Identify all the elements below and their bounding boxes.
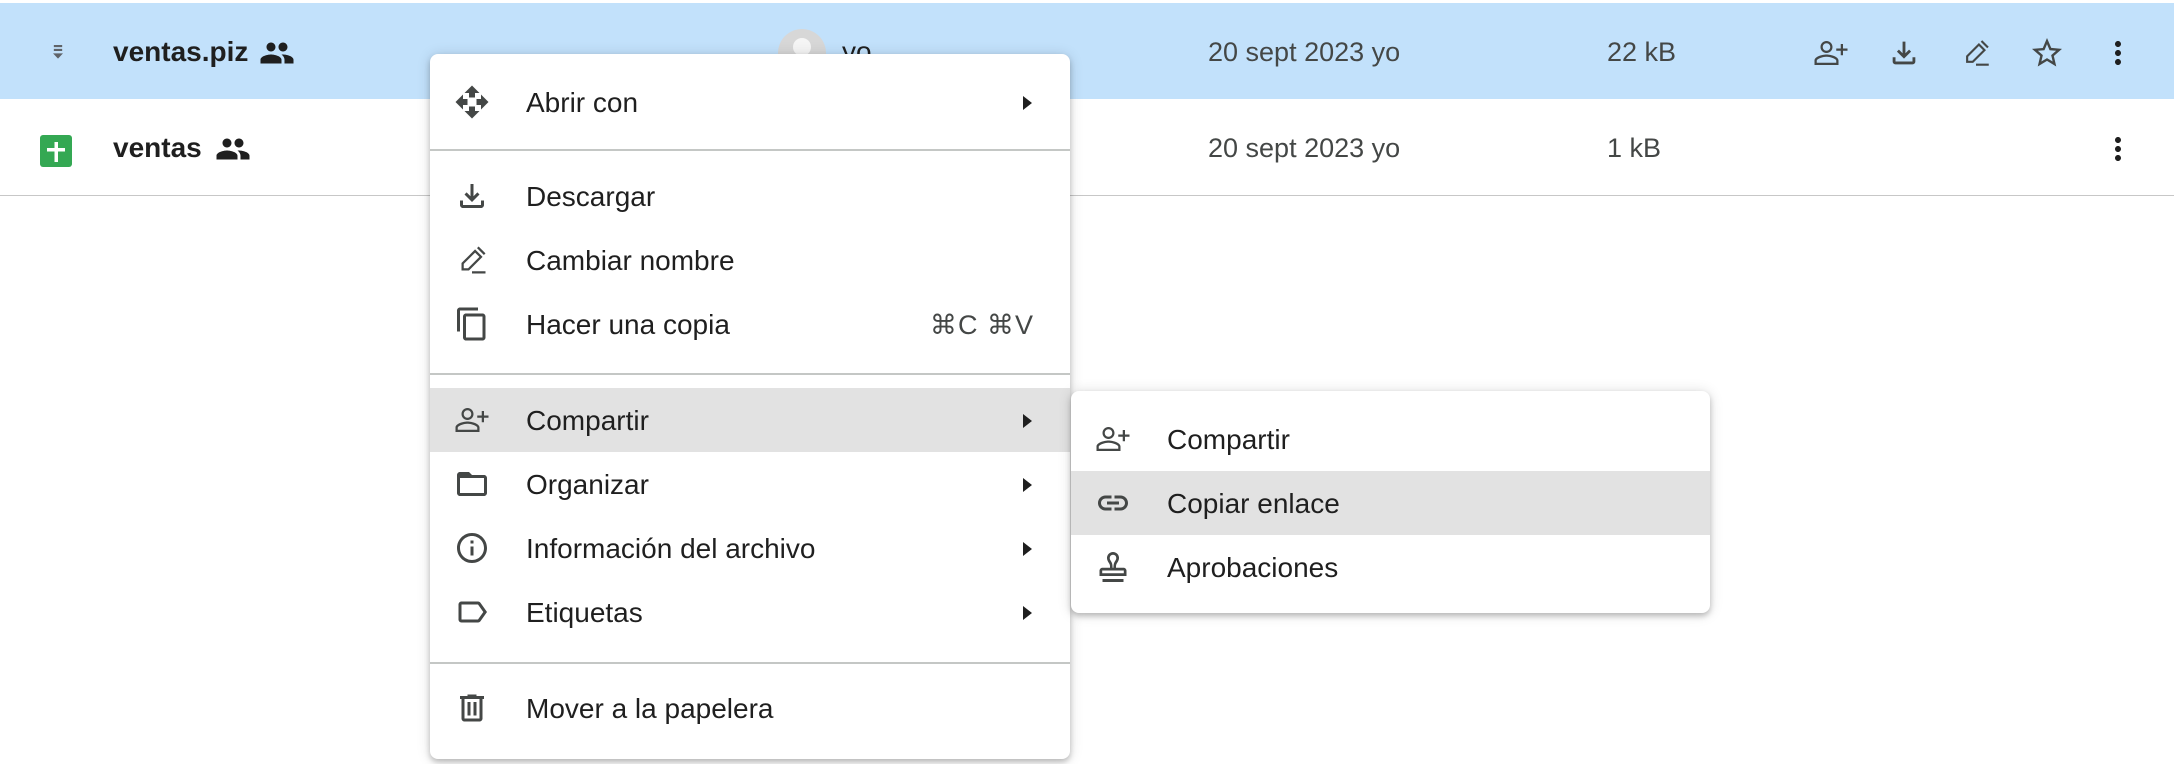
- menu-item-label: Mover a la papelera: [526, 693, 774, 724]
- modified-by: yo: [1371, 133, 1401, 163]
- share-button[interactable]: [1811, 33, 1851, 73]
- submenu-item-approvals[interactable]: Aprobaciones: [1071, 535, 1710, 599]
- submenu-item-copy-link[interactable]: Copiar enlace: [1071, 471, 1710, 535]
- file-size: 22 kB: [1607, 37, 1677, 67]
- file-row-ventas[interactable]: ventas 20 sept 2023 yo 1 kB: [0, 99, 2174, 196]
- more-actions-button[interactable]: [2098, 129, 2138, 169]
- copy-icon: [454, 306, 490, 342]
- star-button[interactable]: [2027, 33, 2067, 73]
- person-add-icon: [1095, 421, 1131, 457]
- menu-item-label: Hacer una copia: [526, 309, 730, 340]
- modified-cell: 20 sept 2023 yo: [1208, 133, 1400, 164]
- menu-item-organize[interactable]: Organizar: [430, 452, 1070, 516]
- menu-item-label: Aprobaciones: [1167, 552, 1339, 583]
- submenu-arrow-icon: [1020, 412, 1034, 430]
- more-vert-icon: [2115, 137, 2121, 161]
- submenu-arrow-icon: [1020, 94, 1034, 112]
- shared-people-icon: [215, 131, 251, 167]
- menu-item-rename[interactable]: Cambiar nombre: [430, 228, 1070, 292]
- modified-by: yo: [1371, 37, 1401, 67]
- menu-item-label: Descargar: [526, 181, 656, 212]
- menu-item-trash[interactable]: Mover a la papelera: [430, 676, 1070, 740]
- menu-item-label: Compartir: [1167, 424, 1290, 455]
- menu-divider: [430, 373, 1070, 375]
- info-icon: [454, 530, 490, 566]
- menu-divider: [430, 662, 1070, 664]
- download-button[interactable]: [1884, 33, 1924, 73]
- menu-item-file-info[interactable]: Información del archivo: [430, 516, 1070, 580]
- more-vert-icon: [2115, 41, 2121, 65]
- share-submenu: Compartir Copiar enlace Aprobaciones: [1071, 391, 1710, 613]
- menu-item-label: Compartir: [526, 405, 649, 436]
- file-row-ventas-piz[interactable]: ventas.piz yo 20 sept 2023 yo 22 kB: [0, 3, 2174, 99]
- menu-item-share[interactable]: Compartir: [430, 388, 1070, 452]
- person-add-icon: [1814, 41, 1848, 65]
- zip-file-icon: [38, 35, 78, 75]
- keyboard-shortcut: ⌘C ⌘V: [929, 310, 1034, 340]
- submenu-arrow-icon: [1020, 476, 1034, 494]
- person-add-icon: [454, 402, 490, 438]
- download-icon: [1892, 41, 1916, 65]
- menu-item-label: Cambiar nombre: [526, 245, 735, 276]
- menu-item-download[interactable]: Descargar: [430, 164, 1070, 228]
- menu-divider: [430, 149, 1070, 151]
- sheets-icon: [38, 133, 78, 173]
- modified-date: 20 sept 2023: [1208, 133, 1365, 163]
- file-name[interactable]: ventas.piz: [113, 36, 248, 68]
- download-icon: [454, 178, 490, 214]
- label-icon: [454, 594, 490, 630]
- rename-button[interactable]: [1956, 33, 1996, 73]
- submenu-arrow-icon: [1020, 540, 1034, 558]
- shared-people-icon: [259, 35, 295, 71]
- folder-open-icon: [454, 466, 490, 502]
- context-menu: Abrir con Descargar Cambiar nombre Hacer…: [430, 54, 1070, 759]
- link-icon: [1095, 485, 1131, 521]
- menu-item-label: Copiar enlace: [1167, 488, 1340, 519]
- rename-icon: [454, 242, 490, 278]
- trash-icon: [454, 690, 490, 726]
- file-name[interactable]: ventas: [113, 132, 202, 164]
- submenu-arrow-icon: [1020, 604, 1034, 622]
- star-icon: [2032, 38, 2062, 67]
- menu-item-labels[interactable]: Etiquetas: [430, 580, 1070, 644]
- open-with-icon: [454, 84, 490, 120]
- rename-icon: [1966, 40, 1989, 66]
- menu-item-label: Etiquetas: [526, 597, 643, 628]
- modified-cell: 20 sept 2023 yo: [1208, 37, 1400, 68]
- more-actions-button[interactable]: [2098, 33, 2138, 73]
- submenu-item-share[interactable]: Compartir: [1071, 407, 1710, 471]
- menu-item-label: Organizar: [526, 469, 649, 500]
- file-size: 1 kB: [1607, 133, 1662, 163]
- approvals-stamp-icon: [1095, 549, 1131, 585]
- modified-date: 20 sept 2023: [1208, 37, 1365, 67]
- menu-item-label: Abrir con: [526, 87, 639, 118]
- menu-item-open-with[interactable]: Abrir con: [430, 70, 1070, 134]
- menu-item-make-copy[interactable]: Hacer una copia ⌘C ⌘V: [430, 292, 1070, 356]
- menu-item-label: Información del archivo: [526, 533, 816, 564]
